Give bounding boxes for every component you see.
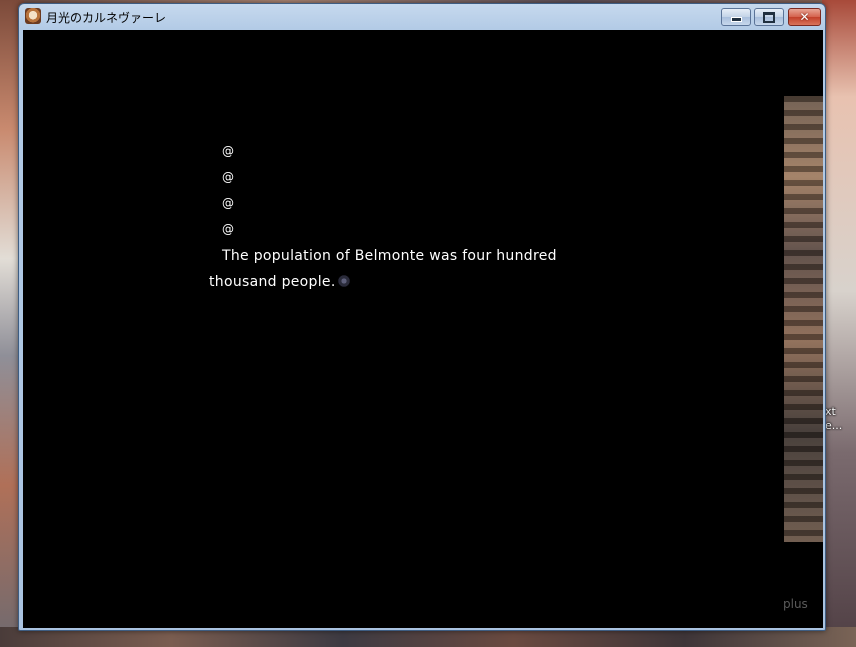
text-marker: @ (222, 144, 235, 158)
desktop-icon-label[interactable]: e... (825, 419, 842, 432)
minimize-button[interactable] (721, 8, 751, 26)
dialogue-line-2: thousand people. (209, 274, 350, 290)
window-title: 月光のカルネヴァーレ (46, 11, 167, 25)
title-bar[interactable]: 月光のカルネヴァーレ ✕ (19, 4, 825, 29)
text-marker: @ (222, 222, 235, 236)
game-window[interactable]: 月光のカルネヴァーレ ✕ @ @ @ @ The population of B… (18, 3, 826, 631)
dialogue-line-1: The population of Belmonte was four hund… (222, 248, 557, 264)
dialogue-line-2-text: thousand people. (209, 274, 336, 290)
text-marker: @ (222, 196, 235, 210)
minimize-icon (730, 17, 742, 22)
app-icon[interactable] (25, 8, 41, 24)
desktop-icon-label[interactable]: xt (825, 405, 836, 418)
text-marker: @ (222, 170, 235, 184)
background-art-strip (784, 96, 823, 542)
plus-label: plus (783, 597, 808, 611)
game-screen[interactable]: @ @ @ @ The population of Belmonte was f… (23, 30, 823, 628)
maximize-icon (763, 11, 775, 23)
maximize-button[interactable] (754, 8, 784, 26)
wallpaper-right (822, 0, 856, 647)
text-advance-cursor-icon (337, 275, 350, 287)
close-icon: ✕ (799, 10, 810, 24)
close-button[interactable]: ✕ (788, 8, 821, 26)
